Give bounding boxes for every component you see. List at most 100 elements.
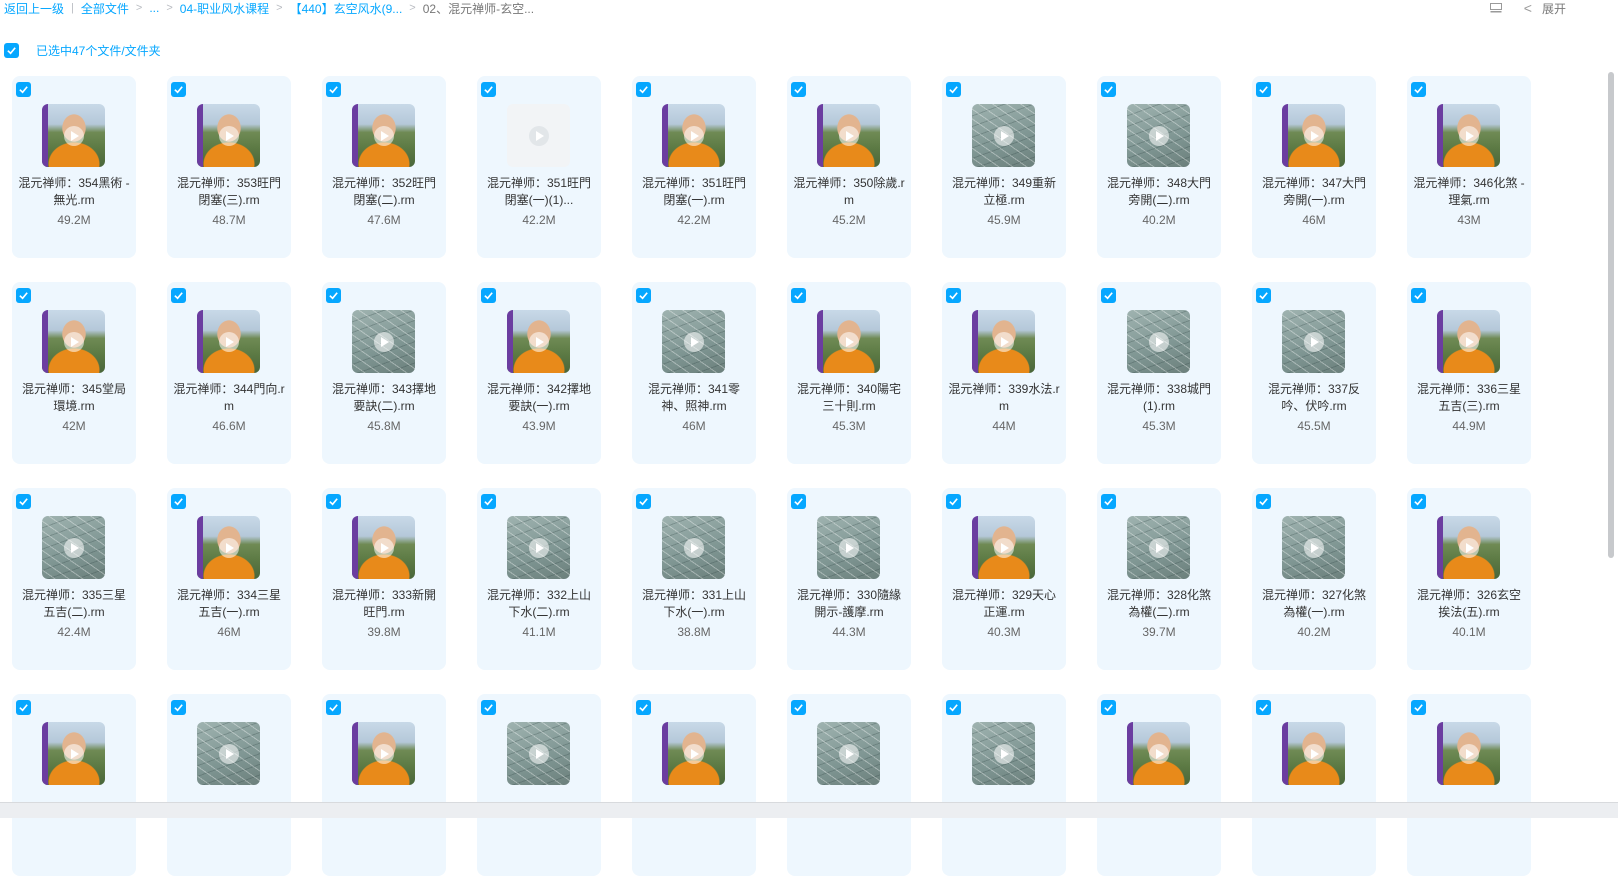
video-thumbnail[interactable] (1437, 516, 1500, 579)
file-name[interactable]: 混元禅师：337反吟、伏吟.rm (1258, 381, 1370, 415)
video-thumbnail[interactable] (1437, 104, 1500, 167)
file-checkbox[interactable] (1411, 700, 1426, 715)
file-checkbox[interactable] (1411, 288, 1426, 303)
video-thumbnail[interactable] (1127, 310, 1190, 373)
file-name[interactable]: 混元禅师：332上山下水(二).rm (483, 587, 595, 621)
file-checkbox[interactable] (326, 494, 341, 509)
file-card[interactable] (1097, 694, 1221, 876)
file-name[interactable]: 混元禅师：340陽宅三十則.rm (793, 381, 905, 415)
video-thumbnail[interactable] (197, 722, 260, 785)
file-name[interactable]: 混元禅师：348大門旁開(二).rm (1103, 175, 1215, 209)
file-checkbox[interactable] (1101, 288, 1116, 303)
file-name[interactable]: 混元禅师：327化煞為權(一).rm (1258, 587, 1370, 621)
breadcrumb-item-course[interactable]: 04-职业风水课程 (180, 0, 269, 17)
file-name[interactable]: 混元禅师：333新開旺門.rm (328, 587, 440, 621)
file-card[interactable]: 混元禅师：344門向.rm 46.6M (167, 282, 291, 464)
file-card[interactable]: 混元禅师：351旺門閉塞(一)(1)... 42.2M (477, 76, 601, 258)
file-card[interactable] (1407, 694, 1531, 876)
file-checkbox[interactable] (481, 288, 496, 303)
file-card[interactable]: 混元禅师：338城門(1).rm 45.3M (1097, 282, 1221, 464)
video-thumbnail[interactable] (662, 722, 725, 785)
back-link[interactable]: 返回上一级 (4, 0, 64, 17)
video-thumbnail[interactable] (352, 310, 415, 373)
file-checkbox[interactable] (1411, 82, 1426, 97)
file-checkbox[interactable] (171, 82, 186, 97)
video-thumbnail[interactable] (1127, 722, 1190, 785)
file-name[interactable]: 混元禅师：349重新立極.rm (948, 175, 1060, 209)
file-card[interactable]: 混元禅师：334三星五吉(一).rm 46M (167, 488, 291, 670)
file-checkbox[interactable] (16, 700, 31, 715)
video-thumbnail[interactable] (662, 310, 725, 373)
file-checkbox[interactable] (636, 700, 651, 715)
file-name[interactable]: 混元禅师：338城門(1).rm (1103, 381, 1215, 415)
video-thumbnail[interactable] (197, 516, 260, 579)
video-thumbnail[interactable] (972, 310, 1035, 373)
file-checkbox[interactable] (1101, 494, 1116, 509)
file-name[interactable]: 混元禅师：353旺門閉塞(三).rm (173, 175, 285, 209)
file-card[interactable] (322, 694, 446, 876)
file-name[interactable]: 混元禅师：344門向.rm (173, 381, 285, 415)
layout-icon[interactable] (1489, 3, 1502, 13)
file-checkbox[interactable] (481, 494, 496, 509)
file-card[interactable]: 混元禅师：339水法.rm 44M (942, 282, 1066, 464)
file-card[interactable]: 混元禅师：327化煞為權(一).rm 40.2M (1252, 488, 1376, 670)
video-thumbnail[interactable] (1127, 516, 1190, 579)
file-card[interactable]: 混元禅师：340陽宅三十則.rm 45.3M (787, 282, 911, 464)
file-name[interactable]: 混元禅师：336三星五吉(三).rm (1413, 381, 1525, 415)
file-name[interactable]: 混元禅师：351旺門閉塞(一).rm (638, 175, 750, 209)
breadcrumb-item-xuankong[interactable]: 【440】玄空风水(9... (290, 0, 403, 17)
file-name[interactable]: 混元禅师：350除歲.rm (793, 175, 905, 209)
file-checkbox[interactable] (326, 82, 341, 97)
file-checkbox[interactable] (171, 288, 186, 303)
file-card[interactable] (632, 694, 756, 876)
file-card[interactable]: 混元禅师：326玄空挨法(五).rm 40.1M (1407, 488, 1531, 670)
file-card[interactable]: 混元禅师：342擇地要訣(一).rm 43.9M (477, 282, 601, 464)
file-card[interactable]: 混元禅师：347大門旁開(一).rm 46M (1252, 76, 1376, 258)
file-checkbox[interactable] (791, 494, 806, 509)
file-card[interactable] (1252, 694, 1376, 876)
vertical-scrollbar[interactable] (1608, 72, 1614, 558)
file-card[interactable]: 混元禅师：346化煞 - 理氣.rm 43M (1407, 76, 1531, 258)
video-thumbnail[interactable] (817, 104, 880, 167)
chevron-left-icon[interactable]: < (1524, 0, 1532, 16)
video-thumbnail[interactable] (352, 104, 415, 167)
file-card[interactable]: 混元禅师：332上山下水(二).rm 41.1M (477, 488, 601, 670)
file-name[interactable]: 混元禅师：331上山下水(一).rm (638, 587, 750, 621)
file-card[interactable]: 混元禅师：349重新立極.rm 45.9M (942, 76, 1066, 258)
file-checkbox[interactable] (1256, 700, 1271, 715)
file-card[interactable]: 混元禅师：343擇地要訣(二).rm 45.8M (322, 282, 446, 464)
file-name[interactable]: 混元禅师：326玄空挨法(五).rm (1413, 587, 1525, 621)
video-thumbnail[interactable] (1127, 104, 1190, 167)
file-checkbox[interactable] (326, 288, 341, 303)
video-thumbnail[interactable] (817, 516, 880, 579)
video-thumbnail[interactable] (42, 516, 105, 579)
file-card[interactable]: 混元禅师：341零神、照神.rm 46M (632, 282, 756, 464)
file-checkbox[interactable] (481, 700, 496, 715)
file-checkbox[interactable] (1101, 700, 1116, 715)
file-name[interactable]: 混元禅师：343擇地要訣(二).rm (328, 381, 440, 415)
video-thumbnail[interactable] (507, 722, 570, 785)
file-card[interactable] (787, 694, 911, 876)
file-checkbox[interactable] (1256, 494, 1271, 509)
file-name[interactable]: 混元禅师：346化煞 - 理氣.rm (1413, 175, 1525, 209)
file-checkbox[interactable] (1101, 82, 1116, 97)
file-card[interactable]: 混元禅师：348大門旁開(二).rm 40.2M (1097, 76, 1221, 258)
video-thumbnail[interactable] (1282, 722, 1345, 785)
file-name[interactable]: 混元禅师：330隨緣開示-護摩.rm (793, 587, 905, 621)
file-checkbox[interactable] (946, 82, 961, 97)
file-card[interactable] (12, 694, 136, 876)
file-name[interactable]: 混元禅师：335三星五吉(二).rm (18, 587, 130, 621)
file-name[interactable]: 混元禅师：352旺門閉塞(二).rm (328, 175, 440, 209)
file-name[interactable]: 混元禅师：345堂局環境.rm (18, 381, 130, 415)
video-thumbnail[interactable] (352, 722, 415, 785)
file-name[interactable]: 混元禅师：334三星五吉(一).rm (173, 587, 285, 621)
file-checkbox[interactable] (791, 82, 806, 97)
file-card[interactable]: 混元禅师：328化煞為權(二).rm 39.7M (1097, 488, 1221, 670)
video-thumbnail[interactable] (817, 310, 880, 373)
expand-button[interactable]: 展开 (1542, 0, 1566, 17)
file-checkbox[interactable] (16, 82, 31, 97)
file-checkbox[interactable] (791, 288, 806, 303)
file-name[interactable]: 混元禅师：329天心正運.rm (948, 587, 1060, 621)
file-card[interactable]: 混元禅师：345堂局環境.rm 42M (12, 282, 136, 464)
file-name[interactable]: 混元禅师：341零神、照神.rm (638, 381, 750, 415)
